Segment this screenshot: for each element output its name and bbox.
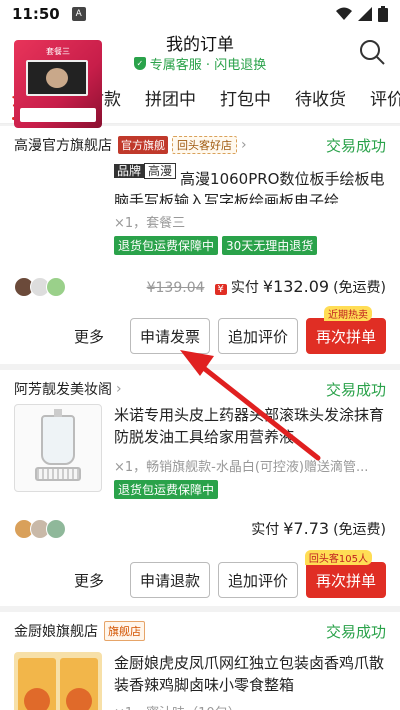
add-review-button[interactable]: 追加评价 [218, 318, 298, 354]
guarantee-row: 退货包运费保障中 [114, 480, 219, 499]
wifi-icon [336, 7, 352, 20]
more-button[interactable]: 更多 [74, 570, 104, 591]
shop-row[interactable]: 高漫官方旗舰店 官方旗舰 回头客好店 › 交易成功 [14, 134, 386, 156]
app-indicator-icon: A [71, 7, 86, 21]
package-graphic [18, 658, 56, 710]
request-invoice-button[interactable]: 申请发票 [130, 318, 210, 354]
paid-amount: ¥7.73 [283, 519, 330, 538]
shop-name[interactable]: 阿芳靓发美妆阁 [14, 379, 112, 399]
avatar [46, 519, 66, 539]
orders-page: 11:50 A 我的订单 ✓ 专属客服 · 闪电退换 全部 待付款 拼团中 打包… [0, 0, 400, 710]
price-row: ¥139.04 ¥ 实付 ¥132.09 (免运费) [14, 274, 386, 300]
product-variant: ×1，套餐三 [114, 216, 186, 231]
reorder-button[interactable]: 再次拼单 [306, 562, 386, 598]
package-graphic [60, 658, 98, 710]
product-image[interactable] [14, 652, 102, 710]
shop-row[interactable]: 阿芳靓发美妆阁 › 交易成功 [14, 378, 386, 400]
product-image[interactable] [14, 404, 102, 492]
product-title[interactable]: 金厨娘虎皮凤爪网红独立包装卤香鸡爪散装香辣鸡脚卤味小零食整箱 [114, 652, 386, 696]
reorder-button[interactable]: 再次拼单 [306, 318, 386, 354]
buyer-avatars[interactable] [14, 519, 66, 539]
status-bar: 11:50 A [0, 0, 400, 28]
product-variant: ×1，蜜汁味（10包） [114, 702, 386, 710]
thumb-icons [20, 108, 96, 122]
battery-icon [378, 6, 388, 22]
bottle-graphic [41, 409, 75, 465]
tab-pending-receipt[interactable]: 待收货 [283, 76, 346, 123]
price-summary: ¥139.04 ¥ 实付 ¥132.09 (免运费) [147, 277, 386, 297]
guarantee-badge: 退货包运费保障中 [114, 480, 219, 499]
paid-label: 实付 [251, 522, 280, 538]
search-button[interactable] [354, 34, 390, 70]
product-title[interactable]: 米诺专用头皮上药器头部滚珠头发涂抹育防脱发油工具给家用营养液 [114, 404, 386, 448]
tab-packing[interactable]: 打包中 [208, 76, 271, 123]
chevron-right-icon: › [241, 137, 247, 153]
guarantee-badge: 30天无理由退货 [222, 236, 318, 255]
shop-name[interactable]: 金厨娘旗舰店 [14, 621, 98, 641]
repeat-customer-tag: 回头客好店 [172, 136, 237, 154]
comb-graphic [35, 467, 81, 481]
signal-icon [358, 7, 372, 21]
hot-sale-badge: 近期热卖 [324, 306, 372, 321]
tab-review[interactable]: 评价 [358, 76, 400, 123]
order-status: 交易成功 [325, 136, 386, 155]
shipping-note: (免运费) [333, 280, 386, 296]
guarantee-row: 退货包运费保障中 30天无理由退货 [114, 236, 318, 255]
price-row: 实付 ¥7.73 (免运费) [14, 516, 386, 542]
brand-badge-name: 高漫 [144, 163, 177, 179]
product-variant: ×1，畅销旗舰款-水晶白(可控液)赠送滴管... [114, 460, 369, 475]
brand-badge-label: 品牌 [114, 164, 145, 178]
thumb-label: 套餐三 [46, 47, 70, 56]
shop-name[interactable]: 高漫官方旗舰店 [14, 135, 112, 155]
shop-row[interactable]: 金厨娘旗舰店 旗舰店 交易成功 [14, 620, 386, 642]
status-icons [336, 6, 388, 22]
tablet-graphic [26, 60, 88, 96]
shop-tag: 旗舰店 [104, 621, 145, 641]
shop-tag: 官方旗舰 [118, 136, 168, 154]
order-status: 交易成功 [325, 380, 386, 399]
shield-check-icon: ✓ [133, 57, 146, 70]
search-icon [360, 40, 385, 65]
action-row: 更多 申请发票 追加评价 再次拼单 近期热卖 [0, 306, 386, 354]
shipping-note: (免运费) [333, 522, 386, 538]
more-button[interactable]: 更多 [74, 326, 104, 347]
buyer-avatars[interactable] [14, 277, 66, 297]
chevron-right-icon: › [116, 381, 122, 397]
yen-icon: ¥ [214, 284, 227, 295]
add-review-button[interactable]: 追加评价 [218, 562, 298, 598]
repeat-customer-badge: 回头客105人 [304, 550, 372, 565]
order-status: 交易成功 [325, 622, 386, 641]
tab-group-buying[interactable]: 拼团中 [133, 76, 196, 123]
price-summary: 实付 ¥7.73 (免运费) [251, 519, 386, 539]
status-time: 11:50 [12, 5, 60, 23]
original-price: ¥139.04 [146, 280, 205, 296]
service-subtitle-text: 专属客服 · 闪电退换 [149, 58, 267, 73]
action-row: 更多 申请退款 追加评价 再次拼单 回头客105人 [0, 550, 386, 598]
product-title[interactable]: 品牌 高漫 高漫1060PRO数位板手绘板电脑手写板输入写字板绘画板电子绘... [114, 160, 386, 204]
request-refund-button[interactable]: 申请退款 [130, 562, 210, 598]
avatar [46, 277, 66, 297]
guarantee-badge: 退货包运费保障中 [114, 236, 219, 255]
paid-amount: ¥132.09 [262, 277, 330, 296]
paid-label: 实付 [230, 280, 259, 296]
brand-badge: 品牌 高漫 [114, 160, 177, 182]
product-image[interactable]: 套餐三 [14, 40, 102, 128]
